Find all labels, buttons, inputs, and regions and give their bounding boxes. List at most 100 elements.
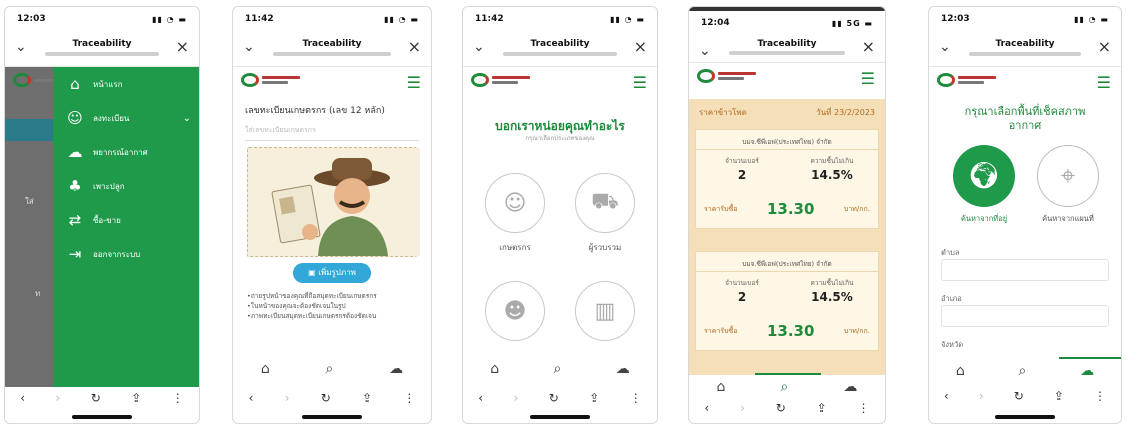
phone-register-screen: 11:42 ▮▮ ◔ ▬ ⌄ Traceability × ☰ เลขทะเบี… bbox=[232, 6, 432, 424]
search-icon[interactable]: ⌕ bbox=[781, 379, 789, 395]
forward-icon[interactable]: › bbox=[979, 389, 984, 403]
logo bbox=[471, 73, 530, 87]
side-drawer: ⌂ หน้าแรก ☺ ลงทะเบียน ⌄ ☁ พยากรณ์อากาศ ♣… bbox=[53, 67, 199, 387]
weather-heading: กรุณาเลือกพื้นที่เช็คสภาพอากาศ bbox=[964, 105, 1086, 132]
role-option-trader[interactable]: ☻ bbox=[485, 281, 545, 341]
farmer-photo-example bbox=[247, 147, 420, 257]
hamburger-menu-icon[interactable]: ☰ bbox=[861, 69, 875, 88]
forward-icon[interactable]: › bbox=[55, 391, 60, 405]
price-card[interactable]: บมจ.ซีพีเอฟ(ประเทศไทย) จำกัด จำนวนเบอร์ … bbox=[695, 129, 879, 229]
brand-logo-icon bbox=[937, 73, 955, 87]
phone-role-screen: 11:42 ▮▮ ◔ ▬ ⌄ Traceability × ☰ บอกเราหน… bbox=[462, 6, 658, 424]
photo-instructions: ถ่ายรูปหน้าของคุณที่ถือสมุดทะเบียนเกษตรก… bbox=[247, 291, 417, 321]
status-bar: 12:04 ▮▮ 5G ▬ bbox=[689, 11, 885, 35]
hamburger-menu-icon[interactable]: ☰ bbox=[407, 73, 421, 92]
back-icon[interactable]: ‹ bbox=[704, 401, 709, 415]
moisture-cell: ความชื้นไม่เกิน 14.5% bbox=[792, 156, 872, 182]
more-icon[interactable]: ⋮ bbox=[1094, 389, 1106, 403]
close-icon[interactable]: × bbox=[176, 37, 189, 56]
app-bar: ☰ bbox=[233, 67, 431, 97]
forward-icon[interactable]: › bbox=[740, 401, 745, 415]
home-indicator bbox=[995, 415, 1055, 419]
share-icon[interactable]: ⇪ bbox=[589, 391, 599, 405]
reload-icon[interactable]: ↻ bbox=[91, 391, 101, 405]
price-value: 13.30 bbox=[766, 200, 815, 218]
add-photo-button[interactable]: ▣ เพิ่มรูปภาพ bbox=[293, 263, 371, 283]
role-label-farmer: เกษตรกร bbox=[499, 243, 531, 252]
reload-icon[interactable]: ↻ bbox=[549, 391, 559, 405]
farmer-id-input[interactable]: ใส่เลขทะเบียนเกษตรกร bbox=[245, 119, 419, 141]
home-icon[interactable]: ⌂ bbox=[956, 363, 965, 379]
role-option-farmer[interactable]: ☺ bbox=[485, 173, 545, 233]
forward-icon[interactable]: › bbox=[285, 391, 290, 405]
url-bar bbox=[503, 52, 617, 56]
grade-cell: จำนวนเบอร์ 2 bbox=[702, 156, 782, 182]
home-indicator bbox=[302, 415, 362, 419]
browser-title: Traceability bbox=[995, 39, 1055, 49]
grade-label: จำนวนเบอร์ bbox=[725, 157, 759, 165]
share-icon[interactable]: ⇪ bbox=[817, 401, 827, 415]
back-icon[interactable]: ‹ bbox=[249, 391, 254, 405]
close-icon[interactable]: × bbox=[1098, 37, 1111, 56]
share-icon[interactable]: ⇪ bbox=[131, 391, 141, 405]
forward-icon[interactable]: › bbox=[513, 391, 518, 405]
home-icon[interactable]: ⌂ bbox=[261, 361, 270, 377]
clock: 11:42 bbox=[475, 14, 504, 24]
menu-item-home[interactable]: ⌂ หน้าแรก bbox=[53, 67, 199, 101]
logout-icon: ⇥ bbox=[68, 245, 82, 263]
app-bar: ☰ bbox=[689, 63, 885, 91]
weather-icon[interactable]: ☁ bbox=[1080, 363, 1094, 379]
more-icon[interactable]: ⋮ bbox=[172, 391, 184, 405]
back-icon[interactable]: ‹ bbox=[944, 389, 949, 403]
menu-item-trade[interactable]: ⇄ ซื้อ-ขาย bbox=[53, 203, 199, 237]
search-icon[interactable]: ⌕ bbox=[1019, 363, 1027, 379]
url-bar bbox=[729, 51, 845, 55]
close-icon[interactable]: × bbox=[408, 37, 421, 56]
role-option-factory[interactable]: ▥ bbox=[575, 281, 635, 341]
crop-icon: ♣ bbox=[68, 177, 82, 195]
chevron-down-icon[interactable]: ⌄ bbox=[183, 113, 191, 124]
subdistrict-field[interactable] bbox=[941, 259, 1109, 281]
clock: 12:03 bbox=[17, 14, 46, 24]
price-label: ราคารับซื้อ bbox=[704, 204, 738, 213]
map-pin-icon: ⌖ bbox=[1060, 160, 1076, 191]
share-icon[interactable]: ⇪ bbox=[362, 391, 372, 405]
menu-item-register[interactable]: ☺ ลงทะเบียน ⌄ bbox=[53, 101, 199, 135]
weather-icon[interactable]: ☁ bbox=[843, 379, 857, 395]
browser-nav-bar: ‹ › ↻ ⇪ ⋮ bbox=[233, 387, 431, 409]
close-icon[interactable]: × bbox=[634, 37, 647, 56]
menu-item-label: หน้าแรก bbox=[93, 79, 123, 89]
weather-icon[interactable]: ☁ bbox=[389, 361, 403, 377]
search-by-map-option[interactable]: ⌖ bbox=[1037, 145, 1099, 207]
home-icon[interactable]: ⌂ bbox=[490, 361, 499, 377]
price-card[interactable]: บมจ.ซีพีเอฟ(ประเทศไทย) จำกัด จำนวนเบอร์ … bbox=[695, 251, 879, 351]
menu-item-logout[interactable]: ⇥ ออกจากระบบ bbox=[53, 237, 199, 271]
more-icon[interactable]: ⋮ bbox=[630, 391, 642, 405]
more-icon[interactable]: ⋮ bbox=[403, 391, 415, 405]
image-icon: ▣ bbox=[308, 268, 319, 277]
list-item: ภาพทะเบียนสมุดทะเบียนเกษตรกรต้องชัดเจน bbox=[247, 311, 417, 321]
hamburger-menu-icon[interactable]: ☰ bbox=[633, 73, 647, 92]
back-icon[interactable]: ‹ bbox=[478, 391, 483, 405]
role-option-collector[interactable]: ⛟ bbox=[575, 173, 635, 233]
back-icon[interactable]: ‹ bbox=[20, 391, 25, 405]
home-icon[interactable]: ⌂ bbox=[717, 379, 726, 395]
reload-icon[interactable]: ↻ bbox=[321, 391, 331, 405]
weather-icon[interactable]: ☁ bbox=[616, 361, 630, 377]
close-icon[interactable]: × bbox=[862, 37, 875, 56]
hamburger-menu-icon[interactable]: ☰ bbox=[1097, 73, 1111, 92]
reload-icon[interactable]: ↻ bbox=[1014, 389, 1024, 403]
search-by-address-label: ค้นหาจากที่อยู่ bbox=[960, 214, 1008, 223]
district-field[interactable] bbox=[941, 305, 1109, 327]
browser-title: Traceability bbox=[530, 39, 590, 49]
menu-item-weather[interactable]: ☁ พยากรณ์อากาศ bbox=[53, 135, 199, 169]
reload-icon[interactable]: ↻ bbox=[776, 401, 786, 415]
search-icon[interactable]: ⌕ bbox=[326, 361, 334, 377]
share-icon[interactable]: ⇪ bbox=[1054, 389, 1064, 403]
buyer-name: บมจ.ซีพีเอฟ(ประเทศไทย) จำกัด bbox=[696, 130, 878, 150]
menu-item-crop[interactable]: ♣ เพาะปลูก bbox=[53, 169, 199, 203]
more-icon[interactable]: ⋮ bbox=[858, 401, 870, 415]
grade-label: จำนวนเบอร์ bbox=[725, 279, 759, 287]
search-icon[interactable]: ⌕ bbox=[554, 361, 562, 377]
search-by-address-option[interactable]: 🌍︎ bbox=[953, 145, 1015, 207]
